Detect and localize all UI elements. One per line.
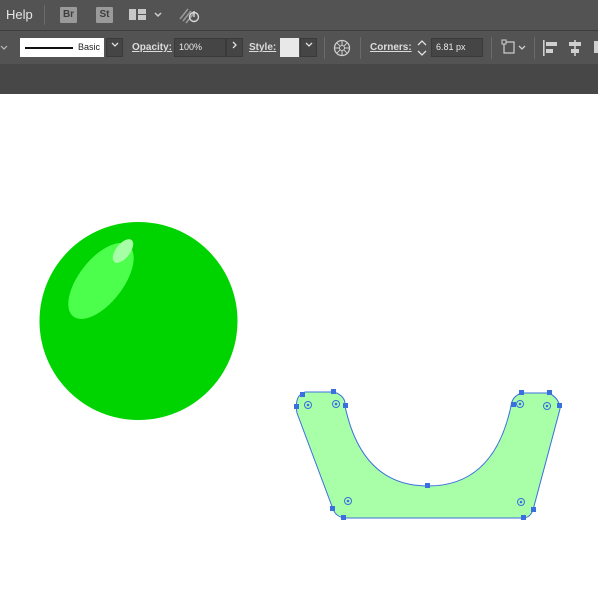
align-left-icon[interactable]	[541, 39, 559, 57]
recolor-artwork-icon[interactable]	[333, 39, 351, 57]
chevron-right-icon	[232, 41, 237, 49]
chevron-down-icon[interactable]	[0, 43, 10, 53]
stroke-style-select[interactable]: Basic	[20, 38, 104, 57]
bridge-icon[interactable]: Br	[60, 7, 77, 23]
stock-icon[interactable]: St	[96, 7, 113, 23]
stroke-style-label: Basic	[78, 42, 101, 52]
chevron-down-icon	[305, 42, 312, 47]
opacity-input[interactable]: 100%	[174, 38, 226, 57]
control-divider	[324, 37, 325, 59]
control-divider	[360, 37, 361, 59]
style-label: Style:	[249, 42, 277, 53]
corners-input[interactable]: 6.81 px	[431, 38, 483, 57]
sphere-body	[39, 222, 238, 420]
corner-spinner-icon[interactable]	[415, 38, 429, 58]
menu-divider	[44, 5, 45, 25]
align-center-icon[interactable]	[566, 39, 584, 57]
selected-shape[interactable]	[294, 389, 562, 520]
gpu-performance-icon[interactable]	[178, 5, 202, 25]
artboard[interactable]	[0, 94, 598, 605]
chevron-down-icon	[111, 42, 118, 47]
stroke-style-dropdown[interactable]	[106, 38, 123, 57]
transform-icon[interactable]	[501, 39, 529, 57]
control-divider	[491, 37, 492, 59]
glossy-sphere[interactable]	[39, 222, 238, 420]
corners-label[interactable]: Corners:	[370, 42, 412, 53]
graphic-style-swatch[interactable]	[280, 38, 299, 57]
document-tab-strip	[0, 64, 598, 94]
workspace-layout-icon[interactable]	[128, 7, 164, 23]
align-right-icon[interactable]	[594, 41, 598, 53]
opacity-flyout-button[interactable]	[226, 38, 243, 57]
opacity-value: 100%	[179, 42, 203, 52]
menu-help[interactable]: Help	[6, 7, 33, 22]
opacity-label[interactable]: Opacity:	[132, 42, 172, 53]
corners-value: 6.81 px	[436, 42, 466, 52]
control-divider	[534, 37, 535, 59]
u-shape-path	[295, 391, 561, 519]
graphic-style-dropdown[interactable]	[300, 38, 317, 57]
menu-bar: Help Br St	[0, 0, 598, 30]
control-bar: Basic Opacity: 100% Style: Corners: 6.81…	[0, 30, 598, 65]
stroke-preview-line	[25, 47, 73, 49]
